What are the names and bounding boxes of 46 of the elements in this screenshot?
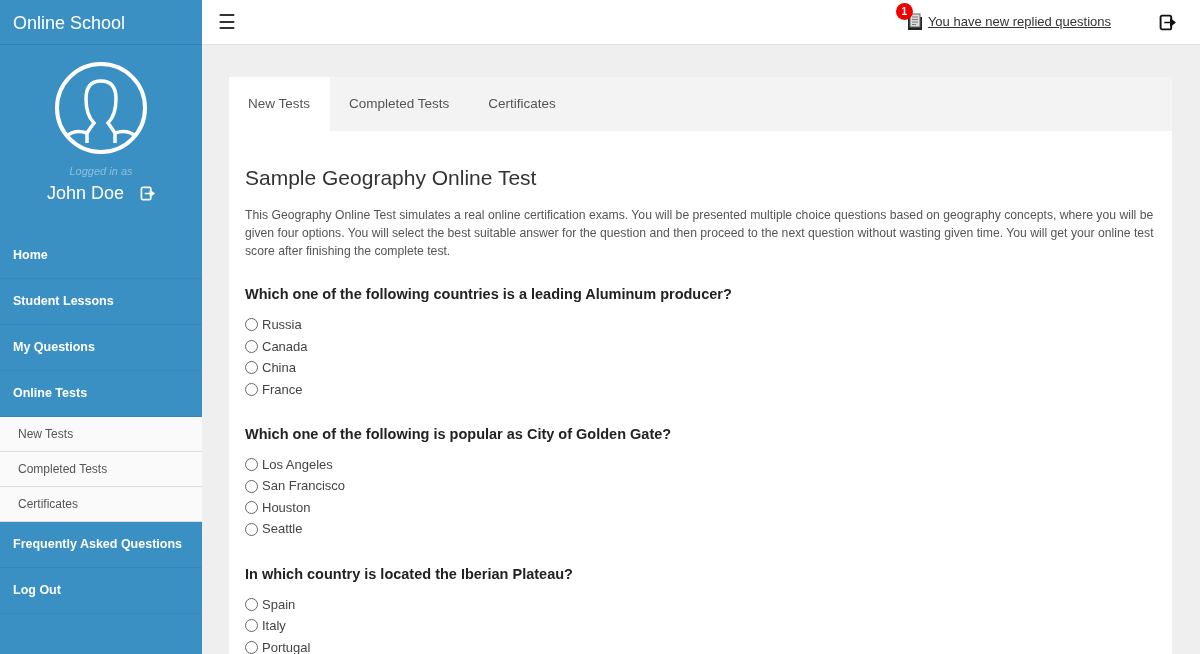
sidebar-item[interactable]: Log Out [0,568,202,614]
option-label: Spain [262,595,296,614]
avatar-icon [54,61,148,155]
test-title: Sample Geography Online Test [245,165,538,191]
option-label: San Francisco [262,477,346,496]
option-label: China [262,359,296,378]
radio-button[interactable] [245,361,258,375]
option-label: Seattle [262,520,303,539]
question-text: In which country is located the Iberian Plateau? [245,564,574,584]
tab[interactable]: New Tests [229,77,331,132]
radio-button[interactable] [245,458,258,472]
logout-icon[interactable] [1159,13,1176,31]
tab[interactable]: Certificates [469,77,576,132]
logged-in-label: Logged in as [69,164,133,179]
question-text: Which one of the following countries is a leading Aluminum producer? [245,285,733,305]
option-label: Canada [262,337,308,356]
radio-button[interactable] [245,501,258,515]
option-label: Italy [262,617,286,636]
radio-button[interactable] [245,619,258,633]
notification-badge: 1 [895,3,913,21]
radio-button[interactable] [245,640,258,654]
question-text: Which one of the following is popular as City of Golden Gate? [245,425,673,445]
sidebar-item[interactable]: Frequently Asked Questions [0,522,202,568]
submenu-item[interactable]: New Tests [0,417,202,452]
radio-button[interactable] [245,522,258,536]
sidebar-item[interactable]: My Questions [0,325,202,371]
sidebar-item[interactable]: Home [0,233,202,279]
radio-button[interactable] [245,479,258,493]
radio-button[interactable] [245,339,258,353]
sidebar-item[interactable]: Student Lessons [0,279,202,325]
submenu-item[interactable]: Completed Tests [0,452,202,487]
user-name: John Doe [46,181,125,205]
option-label: France [262,380,303,399]
option-label: Houston [262,498,311,517]
option-label: Portugal [262,638,311,654]
menu-icon[interactable]: ☰ [218,7,236,37]
radio-button[interactable] [245,382,258,396]
test-description: This Geography Online Test simulates a real online certification exams. You will be presented multiple choice questions based on geography concepts, where you will be given four options. You will select the best suitable answer for the question and then proceed to the next question without wasting given time. You will get your online test score after finishing the complete test. [245,207,1155,261]
radio-button[interactable] [245,318,258,332]
submenu-item[interactable]: Certificates [0,487,202,522]
radio-button[interactable] [245,597,258,611]
notification-link[interactable]: You have new replied questions [927,12,1111,32]
tab[interactable]: Completed Tests [330,77,470,132]
option-label: Los Angeles [262,455,333,474]
option-label: Russia [262,316,302,335]
document-icon[interactable] [905,13,924,31]
